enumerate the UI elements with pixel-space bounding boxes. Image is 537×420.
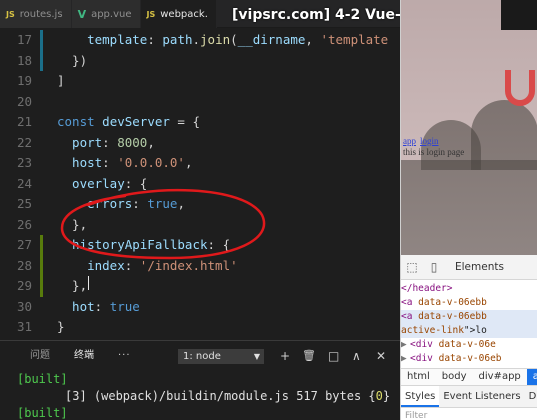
gutter-added-marker xyxy=(40,235,43,256)
tab-styles[interactable]: Styles xyxy=(401,386,440,407)
rendered-page: app login this is login page xyxy=(401,0,537,255)
line-number: 18 xyxy=(16,52,32,68)
vue-file-icon: V xyxy=(77,7,87,21)
code-area[interactable]: 17 template: path. join(__dirname, 'templ… xyxy=(0,30,400,340)
trash-icon[interactable]: 🗑 xyxy=(302,348,316,364)
code-line: 31 } xyxy=(0,317,400,338)
code-line: 20 xyxy=(0,92,400,113)
tab-label: app.vue xyxy=(91,8,132,20)
code-line: 27 historyApiFallback: { xyxy=(0,235,400,256)
code-line: 25 errors: true, xyxy=(0,194,400,215)
tab-label: webpack. xyxy=(160,8,208,20)
line-number: 25 xyxy=(16,196,32,211)
breadcrumb-item[interactable]: html xyxy=(401,369,436,385)
line-number: 19 xyxy=(16,73,32,88)
tab-elements[interactable]: Elements xyxy=(455,261,504,273)
styles-tab-bar: Styles Event Listeners D xyxy=(401,386,537,408)
link-login[interactable]: login xyxy=(420,136,439,146)
tab-event-listeners[interactable]: Event Listeners xyxy=(439,386,524,407)
tab-routes-js[interactable]: JS routes.js xyxy=(0,0,72,28)
terminal-output[interactable]: [built] [3] (webpack)/buildin/module.js … xyxy=(0,371,400,420)
code-line: 24 overlay: { xyxy=(0,174,400,195)
terminal-line: [built] xyxy=(17,372,68,386)
gutter-modified-marker xyxy=(40,50,43,71)
chevron-up-icon[interactable]: ∧ xyxy=(352,348,361,364)
line-number: 20 xyxy=(16,93,32,109)
line-number: 29 xyxy=(16,278,32,293)
tab-dom-breakpoints[interactable]: D xyxy=(525,386,537,407)
code-line: 26 }, xyxy=(0,215,400,236)
code-line: 17 template: path. join(__dirname, 'templ… xyxy=(0,30,400,51)
tab-problems[interactable]: 问题 xyxy=(0,341,62,371)
line-number: 22 xyxy=(16,134,32,150)
page-text: this is login page xyxy=(403,147,465,157)
code-line: 30 hot: true xyxy=(0,297,400,318)
plus-icon[interactable]: + xyxy=(280,348,290,364)
expand-triangle-icon[interactable]: ▶ xyxy=(401,338,410,352)
device-toolbar-icon[interactable]: ▯ xyxy=(423,260,445,274)
browser-window: app login this is login page ⬚ ▯ Element… xyxy=(400,0,537,420)
expand-triangle-icon[interactable]: ▶ xyxy=(401,352,410,366)
line-number: 17 xyxy=(16,32,32,47)
line-number: 30 xyxy=(16,298,32,314)
js-file-icon: JS xyxy=(6,9,15,19)
code-line: 21 const devServer = { xyxy=(0,112,400,133)
code-line: 29 }, xyxy=(0,276,400,297)
dom-node-selected[interactable]: <a data-v-06ebb xyxy=(401,310,537,324)
line-number: 26 xyxy=(16,216,32,232)
panel-header: 问题 终端 ··· 1: node ▼ + 🗑 □ ∧ ✕ xyxy=(0,341,400,371)
dom-node[interactable]: </header> xyxy=(401,282,537,296)
breadcrumb-item[interactable]: div#app xyxy=(473,369,527,385)
code-editor[interactable]: JS routes.js V app.vue JS webpack. [vips… xyxy=(0,0,400,340)
dom-node-selected[interactable]: active-link">lo xyxy=(401,324,537,338)
line-number: 23 xyxy=(16,155,32,170)
gutter-modified-marker xyxy=(40,30,43,51)
dom-node[interactable]: ▶ <div data-v-06eb xyxy=(401,352,537,366)
devtools-panel: ⬚ ▯ Elements </header> <a data-v-06ebb <… xyxy=(401,255,537,420)
gutter-added-marker xyxy=(40,255,43,276)
breadcrumb-item-selected[interactable]: a xyxy=(526,369,537,385)
video-watermark: [vipsrc.com] 4-2 Vue-router之配置.m xyxy=(232,7,400,23)
terminal-line: [built] xyxy=(17,406,68,420)
terminal-line: [3] (webpack)/buildin/module.js 517 byte… xyxy=(65,389,391,403)
vue-logo-fragment xyxy=(505,70,535,106)
dom-tree[interactable]: </header> <a data-v-06ebb <a data-v-06eb… xyxy=(401,280,537,366)
text-cursor xyxy=(88,276,90,290)
terminal-panel: 问题 终端 ··· 1: node ▼ + 🗑 □ ∧ ✕ [built] [3… xyxy=(0,340,400,420)
dom-node[interactable]: <a data-v-06ebb xyxy=(401,296,537,310)
js-file-icon: JS xyxy=(146,9,156,19)
code-line: 19 ] xyxy=(0,71,400,92)
more-actions-icon[interactable]: ··· xyxy=(106,341,143,371)
terminal-select[interactable]: 1: node ▼ xyxy=(178,349,264,364)
chevron-down-icon: ▼ xyxy=(253,352,260,361)
line-number: 24 xyxy=(16,175,32,191)
tab-label: routes.js xyxy=(19,8,63,20)
tab-app-vue[interactable]: V app.vue xyxy=(71,0,141,28)
logo xyxy=(501,0,537,30)
breadcrumb: html body div#app a xyxy=(401,368,537,386)
inspect-element-icon[interactable]: ⬚ xyxy=(401,260,423,274)
styles-filter-input[interactable]: Filter xyxy=(405,411,427,420)
maximize-icon[interactable]: □ xyxy=(328,348,339,364)
line-number: 21 xyxy=(16,114,32,129)
tab-webpack-config[interactable]: JS webpack. xyxy=(140,0,217,28)
gutter-added-marker xyxy=(40,276,43,297)
breadcrumb-item[interactable]: body xyxy=(436,369,473,385)
dom-node[interactable]: ▶ <div data-v-06e xyxy=(401,338,537,352)
line-number: 28 xyxy=(16,257,32,273)
code-line: 28 index: '/index.html' xyxy=(0,255,400,276)
close-icon[interactable]: ✕ xyxy=(376,348,386,364)
code-line: 22 port: 8000, xyxy=(0,133,400,154)
code-line: 18 }) xyxy=(0,50,400,71)
tab-terminal[interactable]: 终端 xyxy=(62,341,106,371)
link-app[interactable]: app xyxy=(403,136,416,146)
devtools-tab-bar: ⬚ ▯ Elements xyxy=(401,255,537,280)
code-line: 23 host: '0.0.0.0', xyxy=(0,153,400,174)
line-number: 31 xyxy=(16,319,32,334)
line-number: 27 xyxy=(16,237,32,252)
